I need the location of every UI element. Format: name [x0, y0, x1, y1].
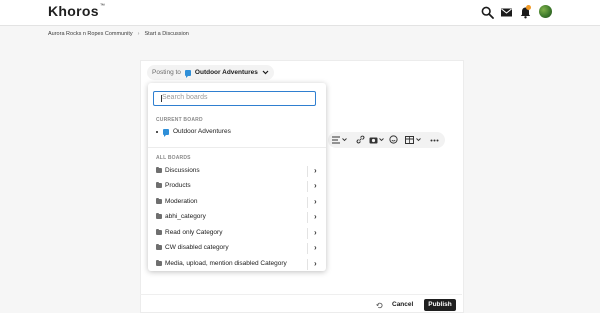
divider [307, 243, 308, 254]
board-name: Media, upload, mention disabled Category [165, 260, 287, 267]
emoji-icon[interactable] [389, 135, 398, 144]
selected-dot [156, 130, 158, 133]
board-dropdown: Search boards CURRENT BOARD Outdoor Adve… [148, 83, 326, 271]
posting-to-label: Posting to [152, 69, 181, 76]
chevron-right-icon[interactable]: › [314, 228, 317, 237]
trademark: ™ [99, 3, 106, 9]
logo-text: Khoros [48, 3, 99, 19]
board-name: Products [165, 182, 191, 189]
editor-footer [140, 294, 462, 312]
chevron-down-icon [262, 70, 269, 75]
chevron-right-icon[interactable]: › [314, 259, 317, 268]
board-row-media-upload-mention-disabled[interactable]: Media, upload, mention disabled Category… [148, 257, 326, 271]
board-icon [184, 69, 191, 78]
editor-toolbar [328, 132, 445, 148]
table-icon[interactable] [405, 136, 414, 144]
divider [307, 228, 308, 239]
chevron-right-icon[interactable]: › [314, 166, 317, 175]
notification-dot [526, 5, 531, 10]
current-board-item[interactable]: Outdoor Adventures [156, 128, 231, 137]
board-name: abhi_category [165, 213, 206, 220]
current-board-heading: CURRENT BOARD [156, 117, 203, 123]
chevron-right-icon[interactable]: › [314, 243, 317, 252]
chevron-down-icon[interactable] [416, 138, 421, 142]
breadcrumb-community[interactable]: Aurora Rocks n Ropes Community [48, 31, 133, 37]
breadcrumb: Aurora Rocks n Ropes Community › Start a… [48, 31, 189, 37]
board-row-moderation[interactable]: Moderation › [148, 195, 326, 210]
folder-icon [156, 213, 162, 219]
camera-icon[interactable] [369, 136, 378, 144]
all-boards-heading: ALL BOARDS [156, 155, 191, 161]
board-row-discussions[interactable]: Discussions › [148, 164, 326, 179]
current-board-name: Outdoor Adventures [173, 128, 231, 135]
chevron-right-icon[interactable]: › [314, 181, 317, 190]
khoros-logo[interactable]: Khoros™ [48, 3, 105, 19]
breadcrumb-separator: › [137, 31, 140, 37]
align-icon[interactable] [332, 136, 341, 144]
folder-icon [156, 229, 162, 235]
breadcrumb-current: Start a Discussion [144, 31, 189, 37]
board-row-read-only-category[interactable]: Read only Category › [148, 226, 326, 241]
board-name: Moderation [165, 198, 198, 205]
board-row-products[interactable]: Products › [148, 179, 326, 194]
divider [307, 197, 308, 208]
publish-button[interactable]: Publish [424, 299, 456, 311]
folder-icon [156, 260, 162, 266]
chevron-down-icon[interactable] [342, 138, 347, 142]
history-icon[interactable] [376, 302, 383, 309]
more-icon[interactable] [430, 139, 439, 142]
cancel-button[interactable]: Cancel [392, 301, 413, 308]
top-nav-bar: Khoros™ [0, 0, 600, 26]
chevron-right-icon[interactable]: › [314, 197, 317, 206]
search-placeholder: Search boards [162, 94, 208, 101]
folder-icon [156, 198, 162, 204]
search-boards-input[interactable]: Search boards [153, 91, 316, 106]
folder-icon [156, 167, 162, 173]
board-row-cw-disabled-category[interactable]: CW disabled category › [148, 241, 326, 256]
posting-to-selector[interactable]: Posting to Outdoor Adventures [147, 65, 274, 80]
board-row-abhi-category[interactable]: abhi_category › [148, 210, 326, 225]
folder-icon [156, 244, 162, 250]
mail-icon[interactable] [500, 6, 513, 19]
chevron-down-icon[interactable] [379, 138, 384, 142]
divider [307, 166, 308, 177]
board-icon [163, 128, 169, 137]
link-icon[interactable] [356, 135, 365, 144]
board-name: CW disabled category [165, 244, 229, 251]
divider [148, 147, 326, 148]
chevron-right-icon[interactable]: › [314, 212, 317, 221]
divider [307, 181, 308, 192]
divider [307, 259, 308, 270]
posting-board-name: Outdoor Adventures [194, 69, 258, 76]
text-caret [161, 95, 162, 102]
board-name: Read only Category [165, 229, 223, 236]
board-name: Discussions [165, 167, 200, 174]
folder-icon [156, 182, 162, 188]
avatar[interactable] [539, 5, 552, 18]
search-icon[interactable] [481, 6, 494, 19]
divider [307, 212, 308, 223]
